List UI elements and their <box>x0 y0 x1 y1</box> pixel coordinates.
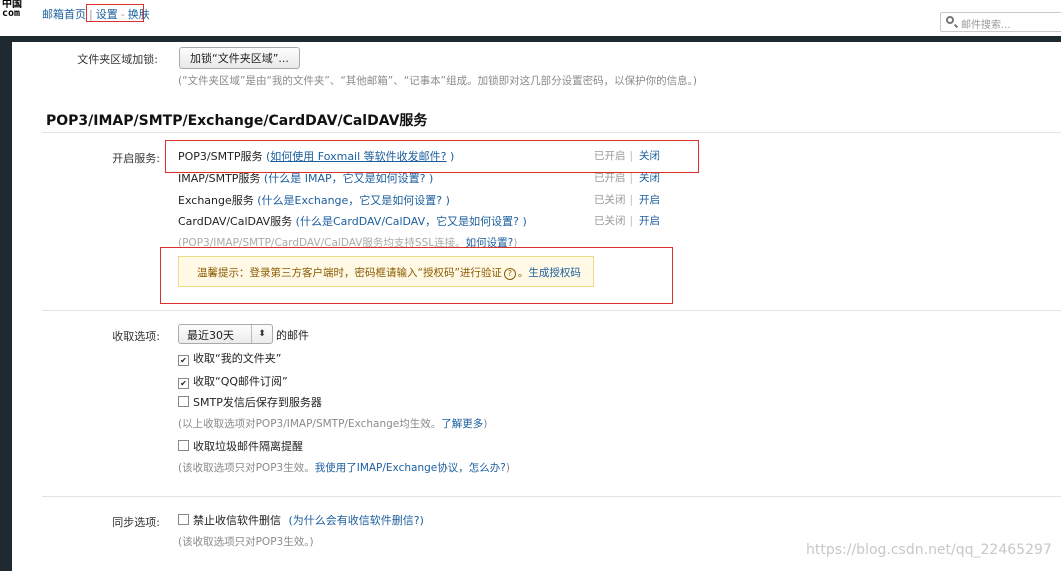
imap-close-button[interactable]: 关闭 <box>639 172 660 184</box>
carddav-enable-button[interactable]: 开启 <box>639 215 660 227</box>
left-frame-edge <box>0 42 12 571</box>
section-divider <box>42 310 1061 311</box>
section-divider <box>42 132 1061 133</box>
exchange-status: 已关闭 | 开启 <box>594 194 661 206</box>
smtp-save-option[interactable]: SMTP发信后保存到服务器 <box>178 394 322 410</box>
paren-close: ) <box>518 215 527 228</box>
receive-note-close: ) <box>483 418 488 430</box>
service-exchange: Exchange服务 (什么是Exchange，它又是如何设置? ) <box>178 192 450 208</box>
checkbox-unchecked[interactable] <box>178 396 189 407</box>
highlight-box-settings <box>86 4 144 22</box>
select-suffix: 的邮件 <box>276 329 309 342</box>
exchange-help-link[interactable]: 什么是Exchange，它又是如何设置? <box>262 194 443 207</box>
sync-note: (该收取选项只对POP3生效。) <box>178 536 314 548</box>
carddav-status: 已关闭 | 开启 <box>594 215 661 227</box>
imap-help-link[interactable]: 什么是 IMAP，它又是如何设置? <box>268 172 425 185</box>
why-delete-link[interactable]: (为什么会有收信软件删信?) <box>289 514 424 527</box>
service-name: Exchange服务 <box>178 194 254 207</box>
blog-watermark: https://blog.csdn.net/qq_22465297 <box>806 542 1052 558</box>
pop3-only-note: (该收取选项只对POP3生效。我使用了IMAP/Exchange协议，怎么办?) <box>178 460 510 475</box>
checkbox-checked[interactable]: ✔ <box>178 378 189 389</box>
services-section-title: POP3/IMAP/SMTP/Exchange/CardDAV/CalDAV服务 <box>46 113 428 129</box>
folder-lock-hint: (“文件夹区域”是由“我的文件夹”、“其他邮箱”、“记事本”组成。加锁即对这几部… <box>178 75 697 87</box>
checkbox-checked[interactable]: ✔ <box>178 355 189 366</box>
receive-options-label: 收取选项: <box>112 330 160 343</box>
exchange-enable-button[interactable]: 开启 <box>639 194 660 206</box>
status-text: 已开启 <box>594 172 626 184</box>
option-label: SMTP发信后保存到服务器 <box>193 396 322 409</box>
paren-close: ) <box>425 172 434 185</box>
receive-range-select[interactable]: 最近30天 ⬍ <box>178 324 273 344</box>
imap-exchange-help-link[interactable]: 我使用了IMAP/Exchange协议，怎么办? <box>315 462 506 474</box>
paren-close: ) <box>442 194 450 207</box>
option-label: 禁止收信软件删信 <box>193 514 281 527</box>
learn-more-link[interactable]: 了解更多 <box>441 418 483 430</box>
prevent-delete-option[interactable]: 禁止收信软件删信 (为什么会有收信软件删信?) <box>178 512 424 528</box>
paren-open: ( <box>292 215 300 228</box>
sync-options-label: 同步选项: <box>112 516 160 529</box>
option-label: 收取“QQ邮件订阅” <box>193 375 288 388</box>
mail-search-input[interactable]: 邮件搜索... <box>940 12 1061 32</box>
receive-note: (以上收取选项对POP3/IMAP/SMTP/Exchange均生效。了解更多) <box>178 416 487 431</box>
option-label: 收取“我的文件夹” <box>193 352 282 365</box>
search-placeholder: 邮件搜索... <box>961 20 1011 31</box>
lock-folder-button[interactable]: 加锁“文件夹区域”... <box>179 47 300 69</box>
service-name: IMAP/SMTP服务 <box>178 172 261 185</box>
checkbox-unchecked[interactable] <box>178 440 189 451</box>
search-icon <box>946 16 954 24</box>
status-text: 已关闭 <box>594 215 626 227</box>
option-label: 收取垃圾邮件隔离提醒 <box>193 440 303 453</box>
service-carddav-caldav: CardDAV/CalDAV服务 (什么是CardDAV/CalDAV，它又是如… <box>178 213 527 229</box>
receive-my-folders-option[interactable]: ✔ 收取“我的文件夹” <box>178 350 281 366</box>
top-bar: 中国 com 邮箱首页 | 设置 - 换肤 邮件搜索... <box>0 0 1061 36</box>
status-text: 已关闭 <box>594 194 626 206</box>
settings-content: 文件夹区域加锁: 加锁“文件夹区域”... (“文件夹区域”是由“我的文件夹”、… <box>12 42 1061 571</box>
service-name: CardDAV/CalDAV服务 <box>178 215 293 228</box>
pop3-note-close: ) <box>505 462 510 474</box>
spam-reminder-option[interactable]: 收取垃圾邮件隔离提醒 <box>178 438 303 454</box>
carddav-help-link[interactable]: 什么是CardDAV/CalDAV，它又是如何设置? <box>300 215 519 228</box>
enable-services-label: 开启服务: <box>112 152 160 165</box>
logo-text-line2: com <box>2 8 21 19</box>
select-arrow-icon: ⬍ <box>251 325 272 343</box>
pop3-note-text: (该收取选项只对POP3生效。 <box>178 462 315 474</box>
receive-note-text: (以上收取选项对POP3/IMAP/SMTP/Exchange均生效。 <box>178 418 442 430</box>
section-divider <box>42 496 1061 497</box>
receive-qq-subscription-option[interactable]: ✔ 收取“QQ邮件订阅” <box>178 373 288 389</box>
mail-logo[interactable]: 中国 com <box>2 0 22 19</box>
mailbox-home-link[interactable]: 邮箱首页 <box>42 8 86 21</box>
highlight-box-pop3 <box>165 140 699 173</box>
folder-lock-label: 文件夹区域加锁: <box>77 53 158 66</box>
highlight-box-tip <box>160 247 673 304</box>
select-value: 最近30天 <box>187 329 234 342</box>
checkbox-unchecked[interactable] <box>178 514 189 525</box>
paren-open: ( <box>253 194 262 207</box>
